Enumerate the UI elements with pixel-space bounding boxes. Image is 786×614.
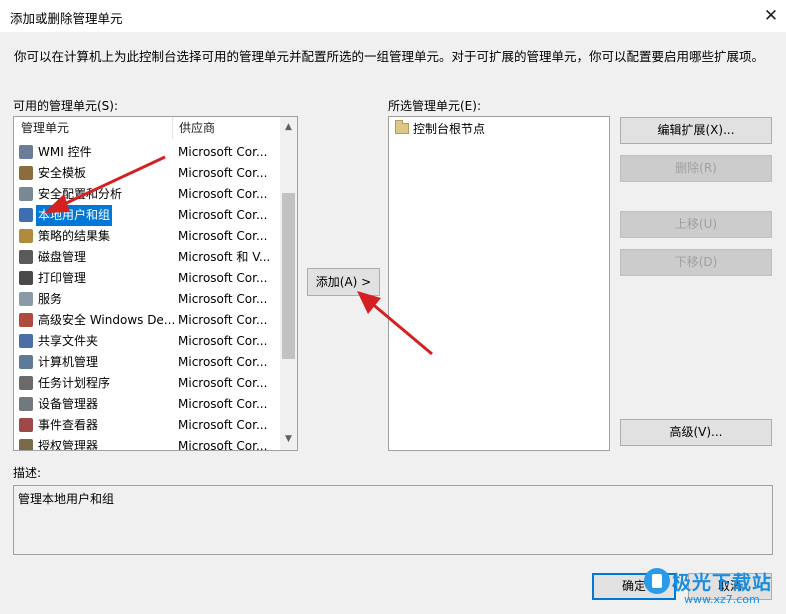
watermark-logo-icon [644,568,670,594]
annotation-arrow-icon [357,291,433,356]
watermark: 极光下载站 www.xz7.com [640,562,786,614]
annotation-arrows [44,155,433,356]
watermark-site: 极光下载站 [672,572,773,594]
watermark-url: www.xz7.com [684,593,760,606]
annotation-arrow-icon [44,155,166,213]
